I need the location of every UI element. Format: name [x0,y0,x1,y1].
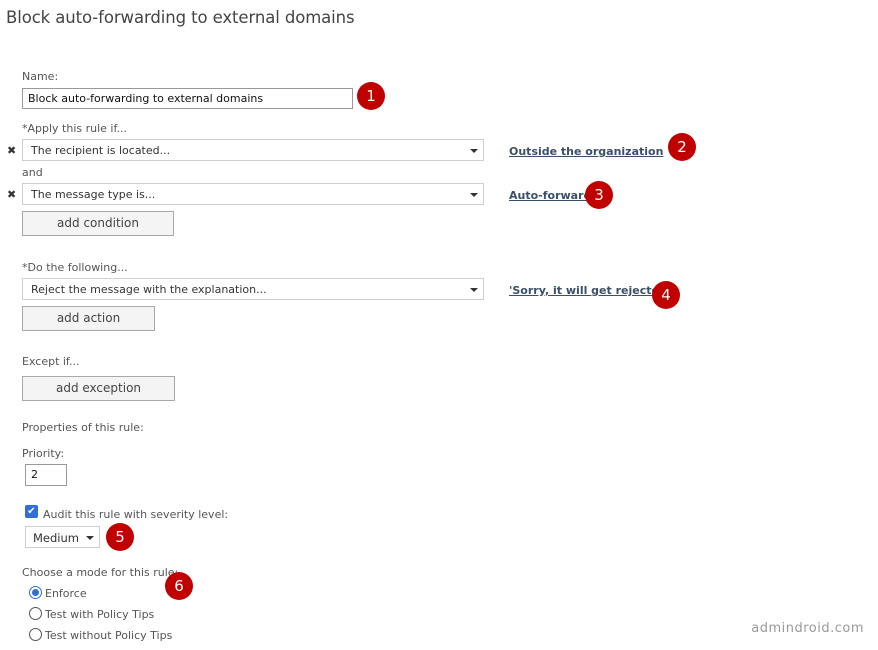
watermark: admindroid.com [751,621,864,636]
audit-checkbox[interactable]: ✔ [25,505,38,518]
remove-condition-icon[interactable]: ✖ [7,144,16,157]
priority-input[interactable]: 2 [25,464,67,486]
annotation-badge-6: 6 [165,572,193,600]
priority-label: Priority: [22,447,65,460]
page-title: Block auto-forwarding to external domain… [6,8,355,27]
mode-radio-enforce[interactable] [29,586,42,599]
condition-value-link-1[interactable]: Outside the organization [509,145,663,158]
condition-select-2[interactable]: The message type is... [22,183,484,205]
add-action-button[interactable]: add action [22,306,155,331]
action-value-link-1[interactable]: 'Sorry, it will get rejected' [509,284,670,297]
mode-option-test-without-tips-label: Test without Policy Tips [45,629,173,642]
chevron-down-icon [470,149,478,153]
mode-label: Choose a mode for this rule: [22,566,179,579]
annotation-badge-2: 2 [668,133,696,161]
except-if-label: Except if... [22,355,80,368]
condition-value-link-2[interactable]: Auto-forward [509,189,591,202]
condition-select-1-value: The recipient is located... [31,144,171,157]
properties-label: Properties of this rule: [22,421,144,434]
add-condition-button[interactable]: add condition [22,211,174,236]
severity-select[interactable]: Medium [25,526,100,548]
remove-condition-icon[interactable]: ✖ [7,188,16,201]
mode-option-enforce-label: Enforce [45,587,87,600]
name-label: Name: [22,70,59,83]
severity-select-value: Medium [33,531,79,545]
mode-radio-test-without-tips[interactable] [29,628,42,641]
annotation-badge-5: 5 [106,523,134,551]
annotation-badge-4: 4 [652,281,680,309]
annotation-badge-3: 3 [585,181,613,209]
name-input[interactable]: Block auto-forwarding to external domain… [22,88,353,109]
audit-label: Audit this rule with severity level: [43,508,229,521]
action-select-1[interactable]: Reject the message with the explanation.… [22,278,484,300]
chevron-down-icon [470,288,478,292]
and-connector-label: and [22,166,43,179]
add-exception-button[interactable]: add exception [22,376,175,401]
mode-option-test-with-tips-label: Test with Policy Tips [45,608,155,621]
action-select-1-value: Reject the message with the explanation.… [31,283,267,296]
do-following-label: *Do the following... [22,261,128,274]
annotation-badge-1: 1 [357,82,385,110]
mode-radio-test-with-tips[interactable] [29,607,42,620]
condition-select-2-value: The message type is... [31,188,156,201]
chevron-down-icon [86,536,94,540]
chevron-down-icon [470,193,478,197]
apply-rule-if-label: *Apply this rule if... [22,122,128,135]
condition-select-1[interactable]: The recipient is located... [22,139,484,161]
